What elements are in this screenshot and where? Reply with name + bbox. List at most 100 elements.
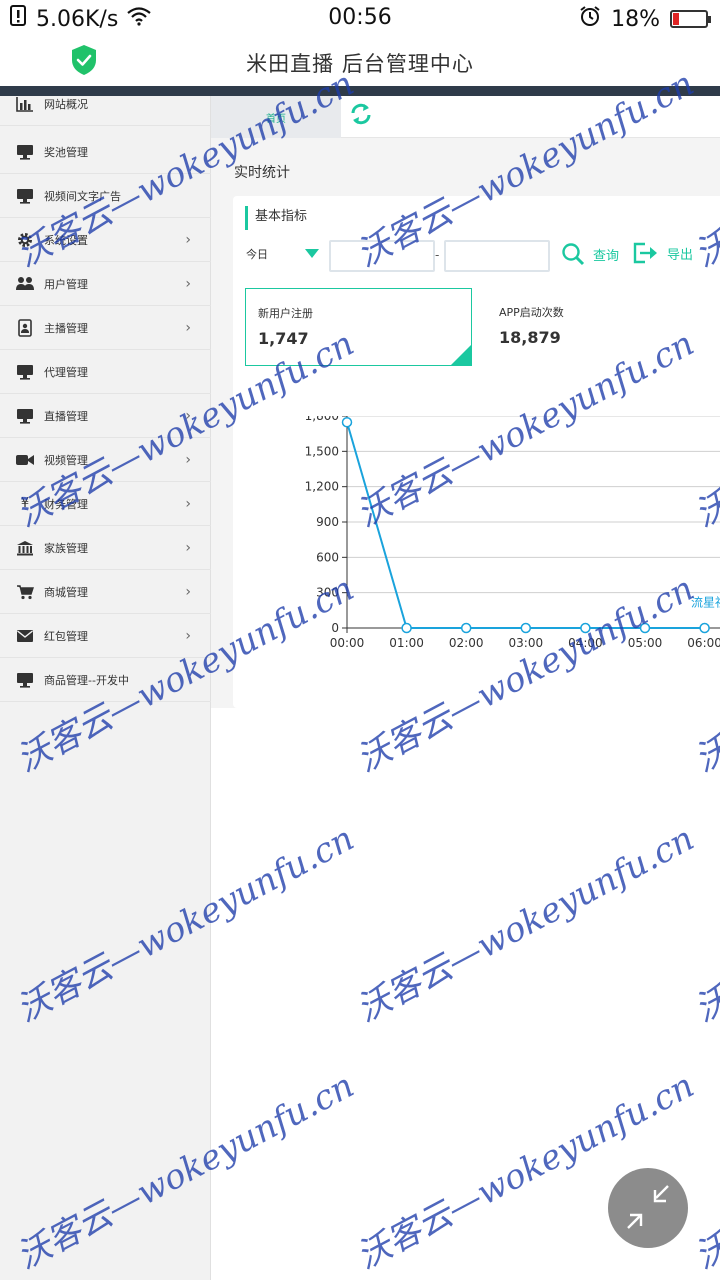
sidebar-item-live-management[interactable]: 直播管理 ›: [0, 394, 211, 438]
monitor-icon: [15, 407, 35, 425]
x-tick-label: 02:00: [449, 636, 484, 650]
chevron-right-icon: ›: [185, 495, 191, 512]
sidebar-item-prize-pool[interactable]: 奖池管理: [0, 130, 211, 174]
monitor-icon: [15, 143, 35, 161]
sidebar-item-label: 视频管理: [44, 453, 88, 467]
data-point: [639, 622, 651, 634]
sidebar-item-label: 用户管理: [44, 277, 88, 291]
sidebar-item-label: 视频间文字广告: [44, 189, 121, 203]
tab-bar: 首页: [211, 96, 720, 138]
users-icon: [15, 275, 35, 293]
chevron-right-icon: ›: [185, 275, 191, 292]
collapse-arrows-icon: [627, 1185, 669, 1229]
envelope-icon: [15, 627, 35, 645]
battery-level: [673, 13, 679, 25]
data-point: [341, 416, 353, 428]
line-chart: 0 300 600 900 1,200 1,500 1,800 00:00 01:00 02:00…: [305, 416, 720, 650]
sidebar-item-anchor-management[interactable]: 主播管理 ›: [0, 306, 211, 350]
video-camera-icon: [15, 451, 35, 469]
chevron-right-icon: ›: [185, 407, 191, 424]
export-button[interactable]: 导出: [633, 242, 693, 264]
sidebar-item-finance-management[interactable]: ¥ 财务管理 ›: [0, 482, 211, 526]
stat-value: 1,747: [258, 329, 309, 348]
refresh-icon[interactable]: [349, 102, 373, 126]
sidebar-item-user-management[interactable]: 用户管理 ›: [0, 262, 211, 306]
chevron-right-icon: ›: [185, 627, 191, 644]
y-tick-label: 1,500: [305, 444, 339, 458]
data-point: [401, 622, 412, 634]
y-tick-label: 600: [316, 550, 339, 564]
y-tick-label: 1,800: [305, 416, 339, 423]
section-title: 实时统计: [234, 165, 290, 181]
sidebar-item-video-text-ad[interactable]: 视频间文字广告: [0, 174, 211, 218]
sidebar-item-agent-management[interactable]: 代理管理: [0, 350, 211, 394]
sidebar-item-label: 直播管理: [44, 409, 88, 423]
sidebar-item-goods-management[interactable]: 商品管理--开发中: [0, 658, 211, 702]
sidebar-item-label: 商城管理: [44, 585, 88, 599]
stat-label: APP启动次数: [499, 306, 564, 319]
tab-home[interactable]: 首页: [211, 96, 341, 138]
app-root: 5.06K/s 00:56 18% 米田直播 后台管理中心 网站概况 奖池管理 …: [0, 0, 720, 1280]
x-tick-label: 04:00: [568, 636, 603, 650]
bank-icon: [15, 539, 35, 557]
chevron-right-icon: ›: [185, 231, 191, 248]
battery-percent: 18%: [611, 6, 660, 32]
sidebar-item-label: 主播管理: [44, 321, 88, 335]
stat-value: 18,879: [499, 328, 561, 347]
cart-icon: [15, 583, 35, 601]
collapse-fab-button[interactable]: [608, 1168, 688, 1248]
card-title: 基本指标: [245, 206, 307, 230]
status-bar: 5.06K/s 00:56 18%: [0, 0, 720, 38]
chevron-right-icon: ›: [185, 319, 191, 336]
sidebar-item-label: 网站概况: [44, 97, 88, 111]
data-point: [580, 622, 591, 634]
stat-new-users[interactable]: 新用户注册 1,747: [245, 288, 472, 366]
chevron-right-icon: ›: [185, 583, 191, 600]
sidebar-item-label: 红包管理: [44, 629, 88, 643]
sidebar-item-label: 家族管理: [44, 541, 88, 555]
sidebar-item-label: 系统设置: [44, 233, 88, 247]
data-point: [460, 622, 472, 634]
sidebar-item-family-management[interactable]: 家族管理 ›: [0, 526, 211, 570]
export-icon: [633, 242, 657, 264]
query-button[interactable]: 查询: [561, 242, 619, 266]
monitor-icon: [15, 187, 35, 205]
chevron-right-icon: ›: [185, 539, 191, 556]
sidebar-item-label: 财务管理: [44, 497, 88, 511]
monitor-icon: [15, 671, 35, 689]
sidebar-item-site-overview[interactable]: 网站概况: [0, 82, 211, 126]
x-tick-label: 00:00: [330, 636, 365, 650]
start-date-input[interactable]: [329, 240, 435, 272]
data-point: [699, 622, 710, 634]
caret-down-icon[interactable]: [305, 249, 319, 258]
data-point: [520, 622, 532, 634]
x-tick-label: 01:00: [389, 636, 424, 650]
sidebar-item-video-management[interactable]: 视频管理 ›: [0, 438, 211, 482]
date-separator: -: [435, 248, 440, 262]
monitor-icon: [15, 363, 35, 381]
y-tick-label: 900: [316, 515, 339, 529]
search-icon: [562, 243, 585, 266]
sidebar-item-system-settings[interactable]: 系统设置 ›: [0, 218, 211, 262]
y-tick-label: 300: [316, 586, 339, 600]
x-tick-label: 03:00: [509, 636, 544, 650]
alarm-icon: [579, 5, 601, 33]
gear-icon: [15, 231, 35, 249]
sidebar-item-label: 商品管理--开发中: [44, 673, 129, 687]
stat-app-launches[interactable]: APP启动次数 18,879: [487, 288, 714, 366]
app-header: 米田直播 后台管理中心: [0, 38, 720, 86]
sidebar-item-label: 代理管理: [44, 365, 88, 379]
y-tick-label: 0: [331, 621, 339, 635]
sidebar-item-mall-management[interactable]: 商城管理 ›: [0, 570, 211, 614]
date-range-select[interactable]: 今日: [246, 246, 268, 262]
chevron-right-icon: ›: [185, 451, 191, 468]
app-title: 米田直播 后台管理中心: [246, 52, 474, 76]
end-date-input[interactable]: [444, 240, 550, 272]
battery-icon: [670, 10, 711, 28]
y-tick-label: 1,200: [305, 480, 339, 494]
chart-annotation: 流星社区: [691, 595, 720, 610]
sidebar: 网站概况 奖池管理 视频间文字广告 系统设置 › 用户管理 › 主播管理 › 代…: [0, 96, 211, 1280]
status-right: 18%: [579, 5, 711, 33]
export-label: 导出: [667, 247, 694, 263]
sidebar-item-red-packet-management[interactable]: 红包管理 ›: [0, 614, 211, 658]
